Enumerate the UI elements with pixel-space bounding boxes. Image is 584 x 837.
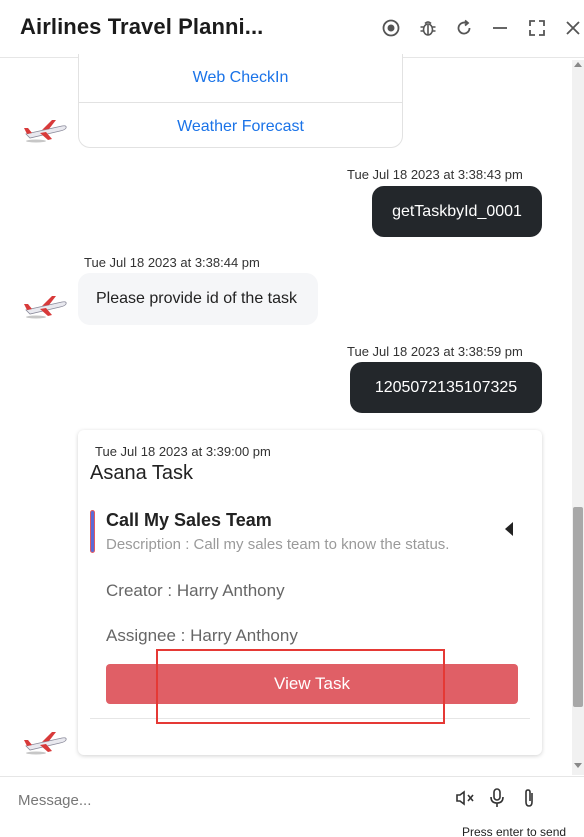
message-timestamp: Tue Jul 18 2023 at 3:38:43 pm [347, 167, 523, 182]
bug-icon[interactable] [416, 16, 440, 40]
task-name: Call My Sales Team [106, 510, 272, 530]
bot-message-bubble: Please provide id of the task [78, 273, 318, 325]
mute-icon[interactable] [454, 787, 476, 809]
quick-reply-weather-forecast[interactable]: Weather Forecast [79, 118, 402, 136]
close-icon[interactable] [561, 16, 584, 40]
microphone-icon[interactable] [486, 787, 508, 809]
bot-avatar-airplane-icon [22, 292, 68, 320]
message-timestamp: Tue Jul 18 2023 at 3:38:44 pm [84, 255, 260, 270]
user-message-bubble: 1205072135107325 [350, 362, 542, 413]
fullscreen-icon[interactable] [525, 16, 549, 40]
chat-header: Airlines Travel Planni... [0, 0, 584, 58]
task-creator: Creator : Harry Anthony [106, 581, 285, 600]
scroll-down-arrow[interactable] [574, 763, 582, 768]
refresh-icon[interactable] [452, 16, 476, 40]
user-message-bubble: getTaskbyId_0001 [372, 186, 542, 237]
quick-reply-divider [79, 102, 402, 103]
highlight-annotation-box [156, 649, 445, 724]
message-input[interactable] [18, 787, 438, 813]
message-timestamp: Tue Jul 18 2023 at 3:38:59 pm [347, 344, 523, 359]
card-timestamp: Tue Jul 18 2023 at 3:39:00 pm [95, 444, 271, 459]
quick-replies-card: Web CheckIn Weather Forecast [78, 54, 403, 148]
bot-avatar-airplane-icon [22, 728, 68, 756]
task-description: Description : Call my sales team to know… [106, 536, 450, 553]
attachment-icon[interactable] [518, 787, 540, 809]
record-icon[interactable] [379, 16, 403, 40]
scrollbar-thumb[interactable] [573, 507, 583, 707]
minimize-icon[interactable] [488, 16, 512, 40]
chat-title: Airlines Travel Planni... [20, 14, 264, 39]
expand-arrow-icon[interactable] [505, 522, 513, 536]
task-color-indicator [90, 510, 95, 553]
task-assignee: Assignee : Harry Anthony [106, 626, 298, 645]
scroll-up-arrow[interactable] [574, 62, 582, 67]
bot-avatar-airplane-icon [22, 116, 68, 144]
message-composer: Press enter to send [0, 776, 584, 837]
send-hint: Press enter to send [462, 825, 567, 837]
quick-reply-web-checkin[interactable]: Web CheckIn [79, 69, 402, 87]
card-title: Asana Task [90, 462, 194, 484]
